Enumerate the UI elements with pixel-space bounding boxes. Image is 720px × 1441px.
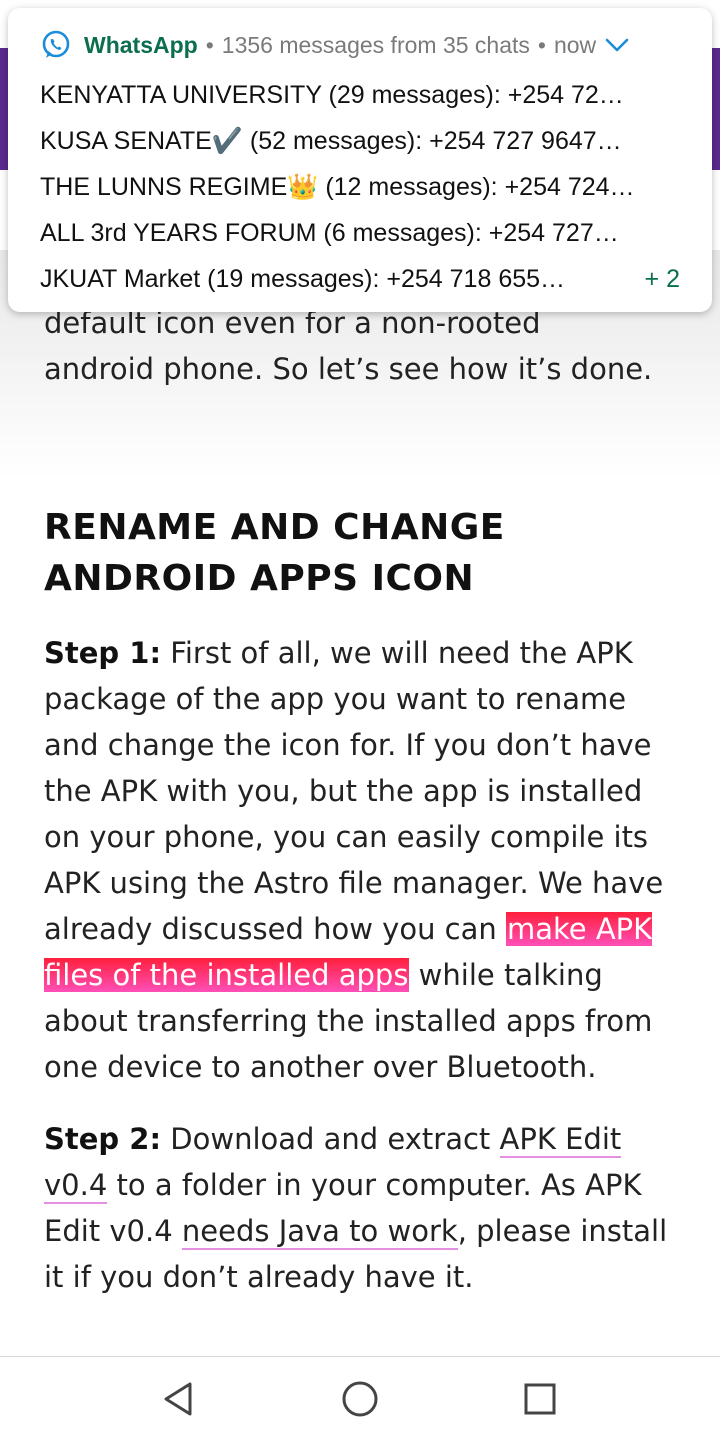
notification-line-text: KUSA SENATE✔️ (52 messages): +254 727 96… bbox=[40, 127, 622, 155]
step-2-label: Step 2: bbox=[44, 1122, 162, 1156]
step-1-text: First of all, we will need the APK packa… bbox=[44, 636, 664, 946]
notification-line-text: ALL 3rd YEARS FORUM (6 messages): +254 7… bbox=[40, 219, 619, 247]
notification-app-name: WhatsApp bbox=[84, 31, 198, 58]
separator-dot: • bbox=[205, 31, 214, 58]
notification-line[interactable]: KUSA SENATE✔️ (52 messages): +254 727 96… bbox=[40, 118, 680, 164]
more-chats-count: + 2 bbox=[644, 265, 680, 293]
notification-line[interactable]: ALL 3rd YEARS FORUM (6 messages): +254 7… bbox=[40, 210, 680, 256]
step-1-paragraph: Step 1: First of all, we will need the A… bbox=[44, 630, 684, 1090]
system-navigation-bar bbox=[0, 1356, 720, 1441]
notification-line[interactable]: JKUAT Market (19 messages): +254 718 655… bbox=[40, 256, 680, 302]
notification-summary: 1356 messages from 35 chats bbox=[221, 31, 530, 58]
step-1-label: Step 1: bbox=[44, 636, 162, 670]
notification-line-text: JKUAT Market (19 messages): +254 718 655… bbox=[40, 265, 566, 293]
whatsapp-notification[interactable]: WhatsApp • 1356 messages from 35 chats •… bbox=[8, 8, 712, 312]
notification-line[interactable]: THE LUNNS REGIME👑 (12 messages): +254 72… bbox=[40, 164, 680, 210]
home-icon bbox=[342, 1381, 378, 1417]
recents-button[interactable] bbox=[510, 1369, 570, 1429]
back-button[interactable] bbox=[150, 1369, 210, 1429]
back-icon bbox=[164, 1382, 192, 1416]
notification-line[interactable]: KENYATTA UNIVERSITY (29 messages): +254 … bbox=[40, 72, 680, 118]
section-heading: RENAME AND CHANGE ANDROID APPS ICON bbox=[44, 507, 505, 599]
notification-header: WhatsApp • 1356 messages from 35 chats •… bbox=[40, 26, 680, 64]
notification-line-text: THE LUNNS REGIME👑 (12 messages): +254 72… bbox=[40, 173, 635, 201]
whatsapp-icon bbox=[42, 30, 70, 58]
needs-java-link[interactable]: needs Java to work bbox=[181, 1214, 458, 1250]
notification-time: now bbox=[553, 31, 597, 58]
intro-paragraph: default icon even for a non-rooted andro… bbox=[44, 300, 684, 392]
home-button[interactable] bbox=[330, 1369, 390, 1429]
article-content: default icon even for a non-rooted andro… bbox=[44, 300, 684, 1326]
notification-line-text: KENYATTA UNIVERSITY (29 messages): +254 … bbox=[40, 81, 624, 109]
notification-lines: KENYATTA UNIVERSITY (29 messages): +254 … bbox=[40, 72, 680, 302]
separator-dot: • bbox=[537, 31, 546, 58]
chevron-down-icon[interactable] bbox=[604, 36, 630, 54]
step-2-text: Download and extract bbox=[161, 1122, 500, 1156]
intro-line-2: android phone. So let’s see how it’s don… bbox=[44, 352, 653, 386]
step-2-paragraph: Step 2: Download and extract APK Edit v0… bbox=[44, 1116, 684, 1300]
recents-icon bbox=[524, 1383, 556, 1415]
